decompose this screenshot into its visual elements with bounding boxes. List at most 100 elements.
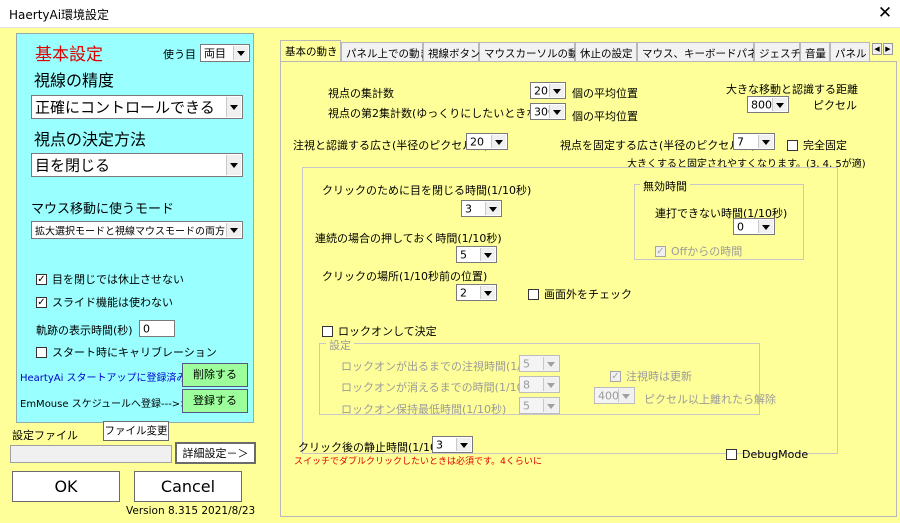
- no-slide-checkbox[interactable]: ✓ スライド機能は使わない: [36, 294, 173, 310]
- release-px-value: 400: [598, 389, 619, 402]
- tab-scroll-left-icon[interactable]: ◀: [872, 43, 882, 55]
- chevron-down-icon: [226, 223, 241, 237]
- chevron-down-icon: [456, 438, 471, 451]
- close-time-select[interactable]: 3: [461, 200, 502, 217]
- gaze-accuracy-value: 正確にコントロールできる: [35, 98, 215, 117]
- decide-method-select[interactable]: 目を閉じる: [31, 153, 243, 177]
- check-icon: ✓: [36, 273, 47, 285]
- file-change-button[interactable]: ファイル変更: [103, 421, 169, 441]
- close-icon[interactable]: ✕: [874, 2, 896, 24]
- ok-button[interactable]: OK: [12, 471, 120, 502]
- chevron-down-icon: [772, 98, 787, 111]
- update-on-gaze-label: 注視時は更新: [626, 370, 692, 383]
- delete-button[interactable]: 削除する: [182, 363, 248, 387]
- release-px-label: ピクセル以上離れたら解除: [644, 393, 776, 406]
- detail-settings-button[interactable]: 詳細設定－＞: [175, 442, 256, 464]
- offscreen-label: 画面外をチェック: [544, 288, 632, 301]
- no-slide-label: スライド機能は使わない: [52, 296, 173, 309]
- offscreen-checkbox[interactable]: 画面外をチェック: [528, 286, 632, 302]
- tab-gesture[interactable]: ジェスチャ: [754, 42, 811, 62]
- tab-mouse-keyboard-panel[interactable]: マウス、キーボードパネル: [637, 42, 768, 62]
- full-fix-checkbox[interactable]: 完全固定: [787, 137, 847, 153]
- click-position-select[interactable]: 2: [456, 284, 497, 301]
- trail-time-value: 0: [143, 322, 150, 335]
- eye-select[interactable]: 両目: [200, 44, 250, 62]
- point-count-value: 20: [534, 84, 548, 97]
- lockon-settings-title: 設定: [326, 337, 354, 353]
- point-count-select[interactable]: 20: [530, 82, 566, 99]
- full-fix-label: 完全固定: [803, 139, 847, 152]
- schedule-label: EmMouse スケジュールへ登録--->>>: [20, 399, 197, 410]
- hold-time-select[interactable]: 5: [456, 246, 497, 263]
- settings-file-label: 設定ファイル: [12, 429, 78, 442]
- chevron-down-icon: [485, 202, 500, 215]
- update-on-gaze-checkbox[interactable]: ✓ 注視時は更新: [610, 368, 692, 384]
- cancel-button[interactable]: Cancel: [134, 471, 242, 502]
- gaze-area-value: 20: [470, 135, 484, 148]
- debug-mode-checkbox[interactable]: DebugMode: [726, 448, 808, 461]
- chevron-down-icon: [549, 84, 564, 97]
- version-label: Version 8.315 2021/8/23: [126, 505, 256, 517]
- fix-area-select[interactable]: 7: [733, 133, 775, 150]
- tab-gaze-button[interactable]: 視線ボタン: [423, 42, 481, 62]
- point-count2-label: 視点の第2集計数(ゆっくりにしたいときなど): [328, 107, 553, 120]
- window-title: HaertyAi環境設定: [9, 8, 110, 22]
- point-count2-select[interactable]: 300: [530, 103, 566, 120]
- mouse-mode-select[interactable]: 拡大選択モードと視線マウスモードの両方: [31, 221, 243, 239]
- point-count-unit: 個の平均位置: [572, 87, 638, 100]
- checkbox-empty-icon: [528, 288, 539, 300]
- calibrate-label: スタート時にキャリブレーション: [52, 346, 217, 359]
- decide-method-value: 目を閉じる: [35, 156, 111, 175]
- lock-vanish-value: 8: [523, 378, 530, 391]
- tab-cursor-movement[interactable]: マウスカーソルの動き: [479, 42, 589, 62]
- chevron-down-icon: [226, 97, 241, 117]
- close-time-label: クリックのために目を閉じる時間(1/10秒): [322, 184, 532, 197]
- checkbox-empty-icon: [726, 449, 737, 460]
- trail-time-input[interactable]: 0: [139, 320, 175, 337]
- tab-pause-settings[interactable]: 休止の設定: [575, 42, 637, 62]
- tab-panel[interactable]: パネル: [830, 42, 870, 62]
- still-time-label: クリック後の静止時間(1/10秒): [298, 441, 453, 454]
- no-repeat-value: 0: [737, 220, 744, 233]
- no-repeat-select[interactable]: 0: [733, 218, 775, 235]
- fix-area-value: 7: [737, 135, 744, 148]
- hold-time-label: 連続の場合の押しておく時間(1/10秒): [315, 232, 502, 245]
- release-px-select[interactable]: 400: [594, 387, 635, 404]
- chevron-down-icon: [758, 220, 773, 233]
- gaze-accuracy-select[interactable]: 正確にコントロールできる: [31, 95, 243, 119]
- click-position-label: クリックの場所(1/10秒前の位置): [322, 270, 488, 283]
- chevron-down-icon: [618, 389, 633, 402]
- tab-panel-movement[interactable]: パネル上での動き: [341, 42, 430, 62]
- chevron-down-icon: [543, 378, 558, 391]
- lock-min-select[interactable]: 5: [519, 397, 560, 414]
- basic-settings-heading: 基本設定: [35, 45, 103, 65]
- no-pause-label: 目を閉じでは休止させない: [52, 273, 184, 286]
- register-button[interactable]: 登録する: [182, 389, 248, 413]
- tab-scroll-right-icon[interactable]: ▶: [883, 43, 893, 55]
- hold-time-value: 5: [460, 248, 467, 261]
- check-icon: ✓: [36, 296, 47, 308]
- calibrate-checkbox[interactable]: スタート時にキャリブレーション: [36, 344, 217, 360]
- startup-status: HeartyAi スタートアップに登録済み: [20, 373, 187, 384]
- lock-vanish-select[interactable]: 8: [519, 376, 560, 393]
- lock-appear-select[interactable]: 5: [519, 355, 560, 372]
- tab-volume[interactable]: 音量: [800, 42, 830, 62]
- lock-vanish-label: ロックオンが消えるまでの時間(1/10秒): [341, 381, 539, 394]
- still-time-select[interactable]: 3: [432, 436, 473, 453]
- still-time-hint: スイッチでダブルクリックしたいときは必須です。4くらいに: [294, 457, 542, 467]
- gaze-area-select[interactable]: 20: [466, 133, 508, 150]
- tab-basic-movement[interactable]: 基本の動き: [280, 40, 341, 62]
- settings-file-field[interactable]: [10, 445, 172, 463]
- mouse-mode-value: 拡大選択モードと視線マウスモードの両方: [35, 226, 225, 238]
- big-move-value: 800: [751, 98, 772, 111]
- chevron-down-icon: [758, 135, 773, 148]
- invalid-time-title: 無効時間: [640, 178, 690, 194]
- check-icon: ✓: [610, 370, 621, 382]
- checkbox-empty-icon: [322, 325, 333, 337]
- no-pause-checkbox[interactable]: ✓ 目を閉じでは休止させない: [36, 271, 184, 287]
- big-move-select[interactable]: 800: [747, 96, 789, 113]
- lock-min-value: 5: [523, 399, 530, 412]
- check-icon: ✓: [655, 245, 666, 257]
- off-time-checkbox[interactable]: ✓ Offからの時間: [655, 243, 742, 259]
- gaze-area-label: 注視と認識する広さ(半径のピクセル数): [293, 139, 489, 152]
